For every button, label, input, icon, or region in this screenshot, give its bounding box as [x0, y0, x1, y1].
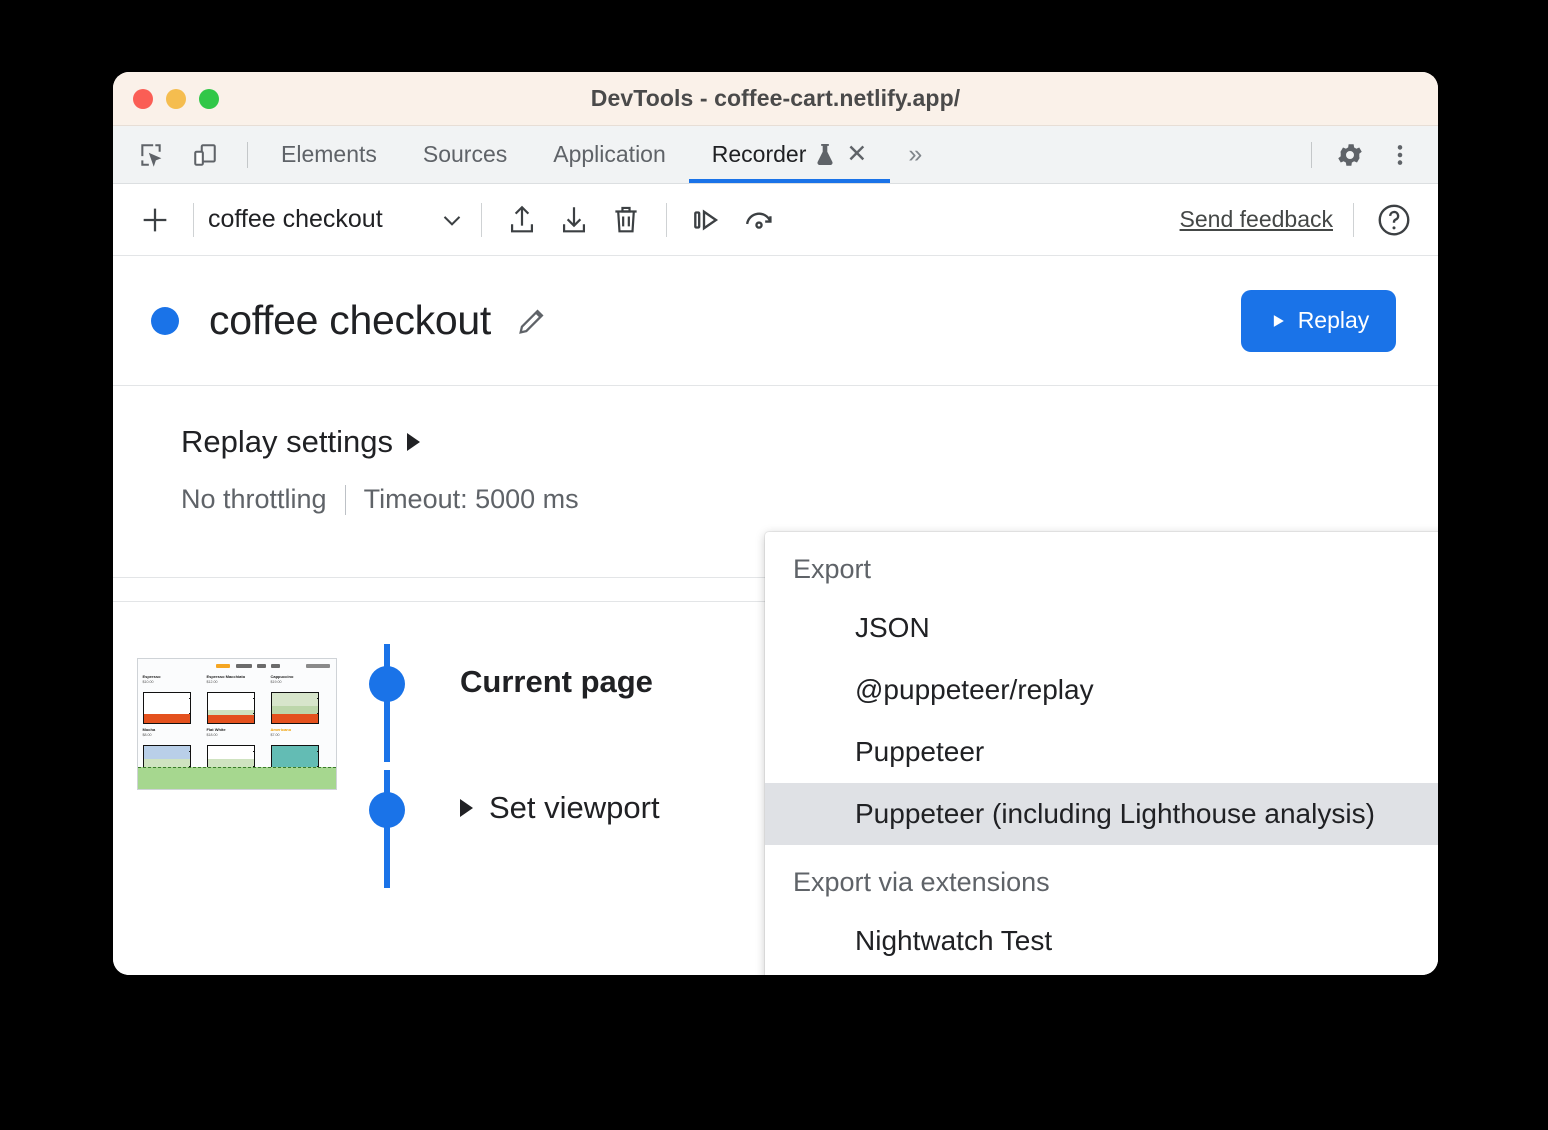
tab-application[interactable]: Application [530, 126, 689, 183]
tab-elements[interactable]: Elements [258, 126, 400, 183]
rail-line [384, 644, 390, 762]
more-tabs-icon[interactable]: » [890, 126, 940, 183]
cup-item: Cappuccino $19.00 [271, 675, 331, 724]
step-replay-icon[interactable] [681, 194, 733, 246]
page-title: coffee checkout [209, 297, 491, 344]
tabbar-right-divider [1311, 142, 1312, 168]
experiment-flask-icon [815, 143, 835, 166]
tabbar-left-icons [113, 126, 258, 183]
delete-icon[interactable] [600, 194, 652, 246]
timeout-value: Timeout: 5000 ms [364, 484, 579, 515]
thumbnail-topbar [138, 659, 336, 673]
create-recording-button[interactable] [131, 196, 179, 244]
step-node[interactable] [369, 666, 405, 702]
pencil-icon[interactable] [515, 304, 549, 338]
replay-button[interactable]: Replay [1241, 290, 1396, 352]
traffic-lights [133, 89, 219, 109]
menu-item-puppeteer-replay[interactable]: @puppeteer/replay [765, 659, 1438, 721]
devtools-tabbar: Elements Sources Application Recorder ✕ [113, 126, 1438, 184]
rail-line [384, 770, 390, 888]
minimize-window-button[interactable] [166, 89, 186, 109]
play-icon [1268, 311, 1288, 331]
toolbar-divider [193, 203, 194, 237]
replay-speed-icon[interactable] [733, 194, 785, 246]
step-rail [360, 770, 414, 828]
replay-settings-toggle[interactable]: Replay settings [181, 424, 420, 460]
kebab-menu-icon[interactable] [1378, 133, 1422, 177]
tab-label: Application [553, 141, 666, 168]
step-node[interactable] [369, 792, 405, 828]
devtools-window: DevTools - coffee-cart.netlify.app/ [113, 72, 1438, 975]
replay-button-label: Replay [1298, 307, 1370, 334]
step-rail [360, 644, 414, 702]
summary-divider [345, 485, 346, 515]
import-icon[interactable] [548, 194, 600, 246]
recorder-toolbar: coffee checkout [113, 184, 1438, 256]
replay-settings-summary: No throttling Timeout: 5000 ms [181, 484, 1438, 515]
triangle-right-icon [407, 433, 420, 451]
menu-item-testing-library[interactable]: Testing Library [765, 972, 1438, 975]
toolbar-divider-2 [481, 203, 482, 237]
window-titlebar: DevTools - coffee-cart.netlify.app/ [113, 72, 1438, 126]
throttling-value: No throttling [181, 484, 327, 515]
menu-item-json[interactable]: JSON [765, 597, 1438, 659]
send-feedback-link[interactable]: Send feedback [1180, 206, 1333, 233]
thumbnail-cup-grid: Espresso $10.00 Espresso Macchiato $12.0… [138, 673, 336, 777]
tabbar-right-icons [1301, 126, 1438, 183]
step-label-wrap[interactable]: Set viewport [414, 770, 660, 826]
step-thumbnail-empty [113, 770, 360, 784]
menu-group-title-extensions: Export via extensions [765, 845, 1438, 910]
toolbar-divider-4 [1353, 203, 1354, 237]
tabbar-divider [247, 142, 248, 168]
gear-icon[interactable] [1328, 133, 1372, 177]
close-window-button[interactable] [133, 89, 153, 109]
tab-sources[interactable]: Sources [400, 126, 530, 183]
tab-label: Sources [423, 141, 507, 168]
device-toolbar-icon[interactable] [183, 133, 227, 177]
export-dropdown-menu: Export JSON @puppeteer/replay Puppeteer … [765, 532, 1438, 975]
export-icon[interactable] [496, 194, 548, 246]
chevron-down-icon[interactable] [437, 205, 467, 235]
screenshot-root: DevTools - coffee-cart.netlify.app/ [0, 0, 1548, 1130]
step-thumbnail: Espresso $10.00 Espresso Macchiato $12.0… [113, 644, 360, 790]
step-label: Current page [414, 644, 653, 700]
tab-label: Recorder [712, 141, 807, 168]
devtools-tabs: Elements Sources Application Recorder ✕ [258, 126, 940, 183]
recorder-body: coffee checkout Replay Replay settings [113, 256, 1438, 975]
help-icon[interactable] [1368, 194, 1420, 246]
tab-label: Elements [281, 141, 377, 168]
window-title: DevTools - coffee-cart.netlify.app/ [113, 72, 1438, 125]
menu-item-puppeteer[interactable]: Puppeteer [765, 721, 1438, 783]
step-label: Set viewport [489, 790, 660, 826]
menu-item-puppeteer-lighthouse[interactable]: Puppeteer (including Lighthouse analysis… [765, 783, 1438, 845]
recording-header: coffee checkout Replay [113, 256, 1438, 386]
menu-group-title-export: Export [765, 532, 1438, 597]
zoom-window-button[interactable] [199, 89, 219, 109]
toolbar-divider-3 [666, 203, 667, 237]
recording-selector-label[interactable]: coffee checkout [208, 205, 383, 234]
tab-recorder[interactable]: Recorder ✕ [689, 126, 891, 183]
inspect-element-icon[interactable] [129, 133, 173, 177]
menu-item-nightwatch-test[interactable]: Nightwatch Test [765, 910, 1438, 972]
replay-settings-label: Replay settings [181, 424, 393, 460]
recording-status-dot [151, 307, 179, 335]
cup-item: Espresso $10.00 [143, 675, 203, 724]
triangle-right-icon[interactable] [460, 799, 473, 817]
close-icon[interactable]: ✕ [846, 142, 867, 167]
cup-item: Espresso Macchiato $12.00 [207, 675, 267, 724]
